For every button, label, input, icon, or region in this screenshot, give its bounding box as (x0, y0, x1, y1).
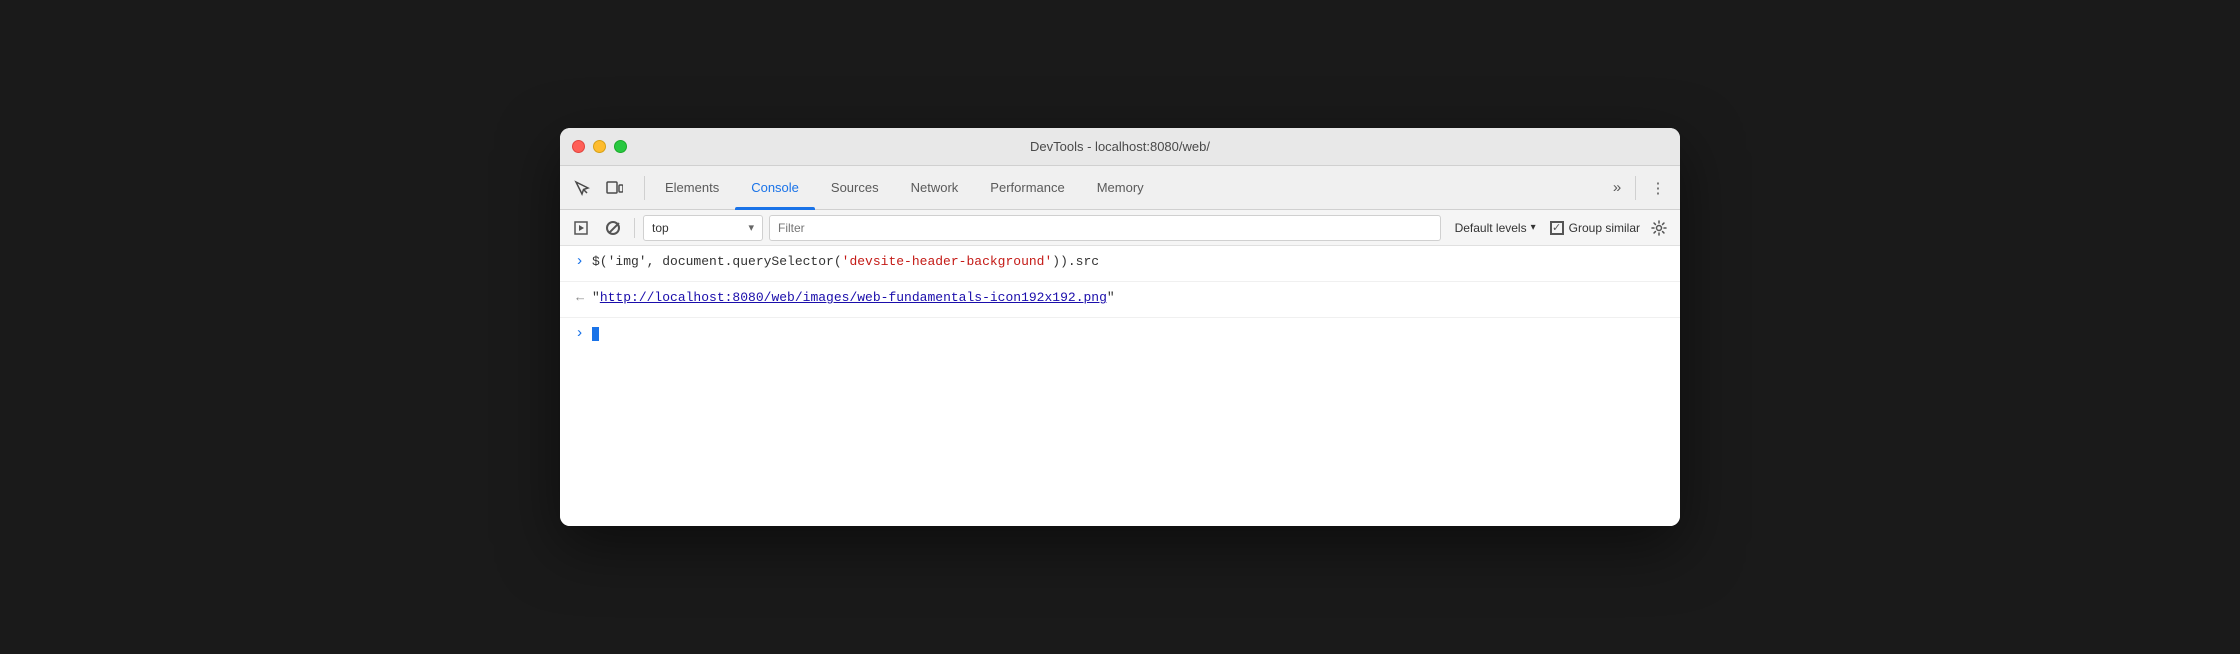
group-similar-checkbox[interactable]: ✓ Group similar (1550, 221, 1640, 235)
console-content-1: $('img', document.querySelector('devsite… (592, 252, 1672, 272)
tab-sources[interactable]: Sources (815, 166, 895, 210)
devtools-menu-button[interactable]: ⋮ (1644, 174, 1672, 202)
context-selector-arrow: ▾ (748, 221, 754, 234)
console-input-line[interactable]: › (560, 318, 1680, 354)
console-text-part-1c: )).src (1052, 254, 1099, 269)
console-line-1: › $('img', document.querySelector('devsi… (560, 246, 1680, 282)
console-quote-open: " (592, 290, 600, 305)
inspect-element-button[interactable] (568, 174, 596, 202)
console-url-link[interactable]: http://localhost:8080/web/images/web-fun… (600, 290, 1107, 305)
tab-elements[interactable]: Elements (649, 166, 735, 210)
console-current-input[interactable] (592, 324, 1672, 344)
console-output: › $('img', document.querySelector('devsi… (560, 246, 1680, 526)
device-toggle-button[interactable] (600, 174, 628, 202)
minimize-button[interactable] (593, 140, 606, 153)
console-toolbar: top ▾ Default levels ▾ ✓ Group similar (560, 210, 1680, 246)
console-prompt-input-1: › (560, 252, 592, 270)
console-line-2: ← "http://localhost:8080/web/images/web-… (560, 282, 1680, 318)
devtools-icon-group (568, 174, 628, 202)
console-prompt-current: › (560, 324, 592, 342)
tab-performance[interactable]: Performance (974, 166, 1080, 210)
tab-bar-divider (644, 176, 645, 200)
levels-arrow-icon: ▾ (1531, 222, 1536, 233)
maximize-button[interactable] (614, 140, 627, 153)
filter-input[interactable] (769, 215, 1441, 241)
tab-console[interactable]: Console (735, 166, 815, 210)
console-text-part-1b: 'devsite-header-background' (842, 254, 1053, 269)
execute-button[interactable] (568, 215, 594, 241)
console-quote-close: " (1107, 290, 1115, 305)
clear-console-button[interactable] (600, 215, 626, 241)
tab-bar-divider-right (1635, 176, 1636, 200)
toolbar-divider-1 (634, 218, 635, 238)
context-selector[interactable]: top ▾ (643, 215, 763, 241)
console-prompt-output-1: ← (560, 289, 592, 305)
console-content-2: "http://localhost:8080/web/images/web-fu… (592, 288, 1672, 308)
close-button[interactable] (572, 140, 585, 153)
tab-network[interactable]: Network (895, 166, 975, 210)
tab-bar: Elements Console Sources Network Perform… (560, 166, 1680, 210)
tab-memory[interactable]: Memory (1081, 166, 1160, 210)
console-settings-button[interactable] (1646, 215, 1672, 241)
log-levels-button[interactable]: Default levels ▾ (1447, 219, 1544, 237)
checkbox-checked-icon: ✓ (1550, 221, 1564, 235)
more-tabs-button[interactable]: » (1603, 174, 1631, 202)
title-bar: DevTools - localhost:8080/web/ (560, 128, 1680, 166)
traffic-lights (572, 140, 627, 153)
console-cursor (592, 327, 599, 341)
devtools-window: DevTools - localhost:8080/web/ Elements (560, 128, 1680, 526)
window-title: DevTools - localhost:8080/web/ (1030, 139, 1210, 154)
console-text-part-1a: $('img', document.querySelector( (592, 254, 842, 269)
